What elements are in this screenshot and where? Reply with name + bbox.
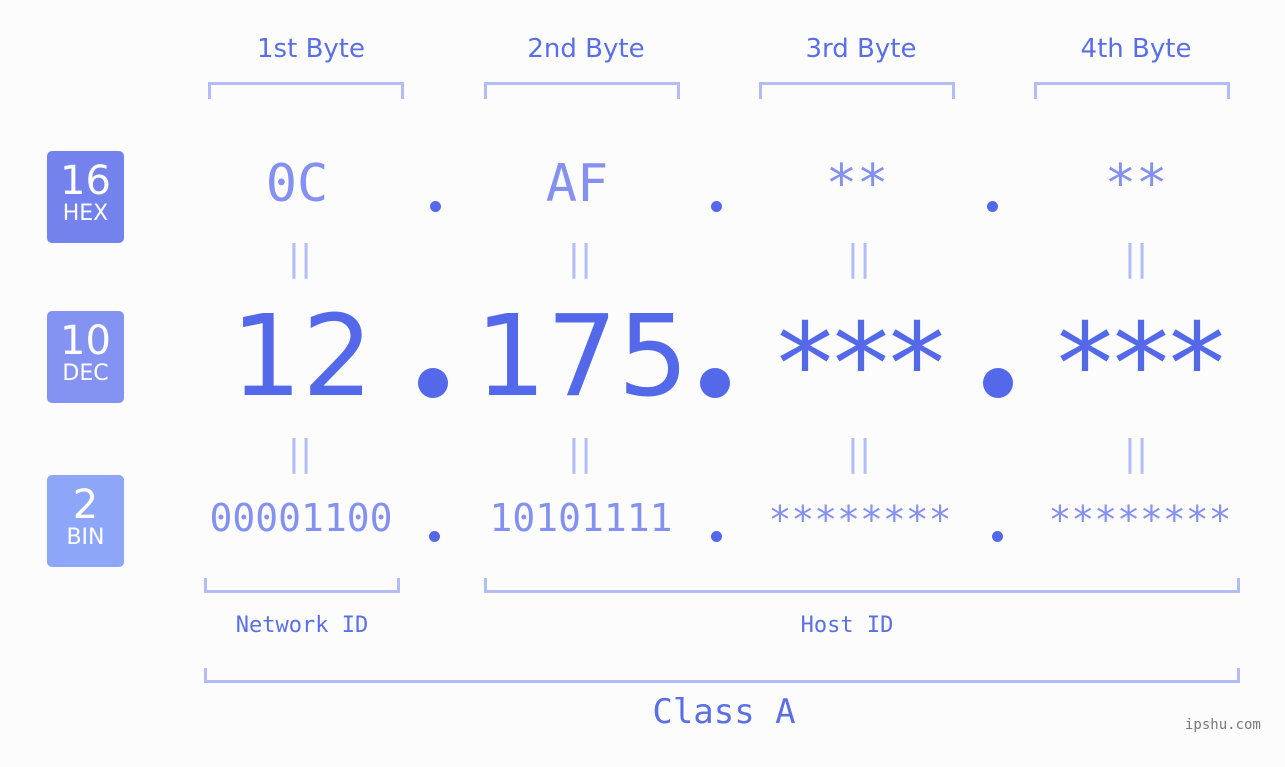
bin-byte-1: 00001100 (209, 496, 393, 540)
hex-dot-2 (711, 201, 722, 212)
header-byte-1: 1st Byte (257, 34, 365, 64)
byte-1-bracket (208, 82, 404, 99)
hex-byte-3: ** (825, 154, 889, 214)
byte-3-bracket (759, 82, 955, 99)
hex-byte-1: 0C (265, 154, 329, 214)
bin-dot-1 (429, 531, 440, 542)
bin-badge: 2 BIN (47, 475, 124, 567)
dec-byte-1: 12 (230, 292, 374, 422)
dec-dot-1 (418, 368, 448, 398)
dec-dot-3 (983, 368, 1013, 398)
header-byte-2: 2nd Byte (527, 34, 645, 64)
bin-byte-2: 10101111 (489, 496, 673, 540)
dec-badge-label: DEC (62, 361, 109, 386)
equals-icon: || (1123, 238, 1149, 279)
hex-byte-2: AF (545, 154, 609, 214)
bin-badge-label: BIN (66, 525, 105, 550)
network-id-label: Network ID (235, 613, 369, 638)
dec-dot-2 (700, 368, 730, 398)
equals-icon: || (567, 238, 593, 279)
hex-byte-4: ** (1104, 154, 1168, 214)
dec-byte-3: *** (777, 300, 945, 430)
network-id-bracket (204, 578, 400, 593)
equals-icon: || (846, 433, 872, 474)
bin-byte-3: ******** (768, 498, 952, 542)
header-byte-3: 3rd Byte (805, 34, 917, 64)
bin-badge-number: 2 (72, 482, 99, 528)
bin-dot-3 (992, 531, 1003, 542)
host-id-bracket (484, 578, 1240, 593)
bin-dot-2 (711, 531, 722, 542)
equals-icon: || (846, 238, 872, 279)
dec-byte-2: 175 (475, 292, 689, 422)
equals-icon: || (287, 238, 313, 279)
bin-byte-4: ******** (1048, 498, 1232, 542)
class-label: Class A (652, 692, 796, 732)
equals-icon: || (567, 433, 593, 474)
byte-2-bracket (484, 82, 680, 99)
dec-badge-number: 10 (60, 318, 111, 364)
byte-4-bracket (1034, 82, 1230, 99)
equals-icon: || (287, 433, 313, 474)
watermark: ipshu.com (1185, 717, 1261, 733)
hex-badge-label: HEX (62, 201, 109, 226)
header-byte-4: 4th Byte (1080, 34, 1192, 64)
hex-badge: 16 HEX (47, 151, 124, 243)
class-bracket (204, 668, 1240, 683)
dec-badge: 10 DEC (47, 311, 124, 403)
host-id-label: Host ID (800, 613, 894, 638)
hex-dot-1 (430, 201, 441, 212)
equals-icon: || (1123, 433, 1149, 474)
hex-badge-number: 16 (60, 158, 111, 204)
hex-dot-3 (987, 201, 998, 212)
dec-byte-4: *** (1057, 300, 1225, 430)
